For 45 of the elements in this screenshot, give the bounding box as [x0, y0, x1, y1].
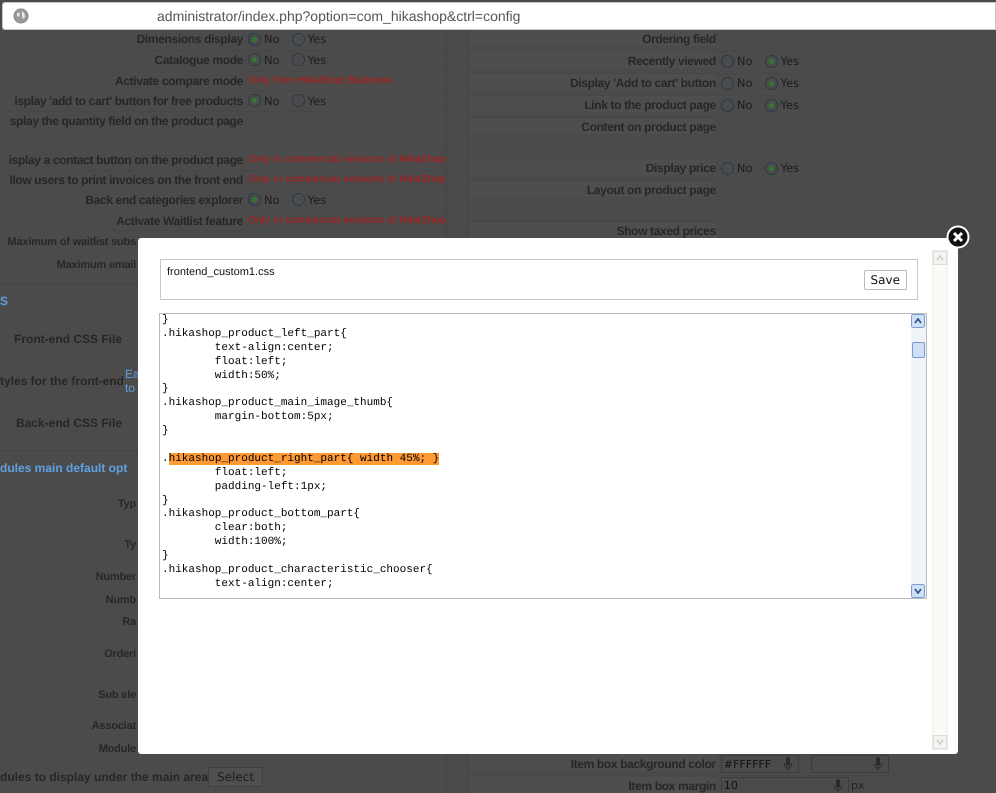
code-line: }: [162, 494, 169, 508]
filename-text: frontend_custom1.css: [167, 266, 275, 278]
notice-text: Only in commercial versions of HikaShop: [248, 172, 446, 185]
code-line: width:100%;: [214, 535, 288, 550]
code-line: text-align:center;: [214, 340, 334, 355]
section-title: dules main default opt: [0, 460, 128, 475]
section-title: S: [0, 294, 8, 308]
description-text: to: [125, 380, 136, 395]
save-button[interactable]: Save: [864, 270, 907, 290]
notice-text: Only in commercial versions of HikaShop: [248, 214, 446, 226]
code-line: .hikashop_product_characteristic_chooser{: [162, 563, 433, 578]
url-text: administrator/index.php?option=com_hikashop&ctrl=config: [157, 8, 520, 24]
address-bar[interactable]: administrator/index.php?option=com_hikashop&ctrl=config: [2, 2, 996, 30]
code-line: clear:both;: [214, 521, 288, 536]
code-line: }: [162, 314, 169, 327]
scrollbar[interactable]: [911, 314, 926, 598]
code-line: margin-bottom:5px;: [214, 410, 334, 424]
code-line: float:left;: [214, 466, 288, 480]
code-line: }: [162, 424, 169, 438]
code-line: .hikashop_product_main_image_thumb{: [162, 396, 394, 410]
input-field[interactable]: #FFFFFF: [720, 755, 799, 773]
code-line: .hikashop_product_left_part{: [162, 326, 347, 341]
code-line: }: [162, 549, 169, 564]
field-value: #FFFFFF: [724, 758, 772, 770]
code-line: float:left;: [214, 354, 288, 369]
scroll-thumb[interactable]: [912, 342, 925, 358]
code-line: .hikashop_product_right_part{ width 45%; }: [162, 452, 440, 466]
code-line: }: [162, 382, 169, 396]
close-icon[interactable]: [946, 225, 970, 249]
notice-text: Only in commercial versions of HikaShop: [248, 153, 446, 166]
scroll-up-icon[interactable]: [911, 314, 925, 328]
input-field[interactable]: [810, 755, 889, 773]
code-line: padding-left:1px;: [214, 480, 328, 494]
code-editor[interactable]: [159, 313, 927, 599]
notice-text: Only from HikaShop Business: [248, 74, 392, 86]
code-line: text-align:center;: [214, 576, 334, 591]
input-field[interactable]: 10: [720, 776, 849, 793]
microphone-icon: [874, 757, 882, 771]
microphone-icon: [834, 778, 842, 792]
globe-icon: [13, 8, 29, 24]
code-line: .hikashop_product_bottom_part{: [162, 507, 360, 522]
field-value: 10: [724, 779, 738, 792]
microphone-icon: [784, 757, 792, 771]
code-line: width:50%;: [214, 368, 281, 383]
scroll-down-icon[interactable]: [911, 584, 925, 598]
